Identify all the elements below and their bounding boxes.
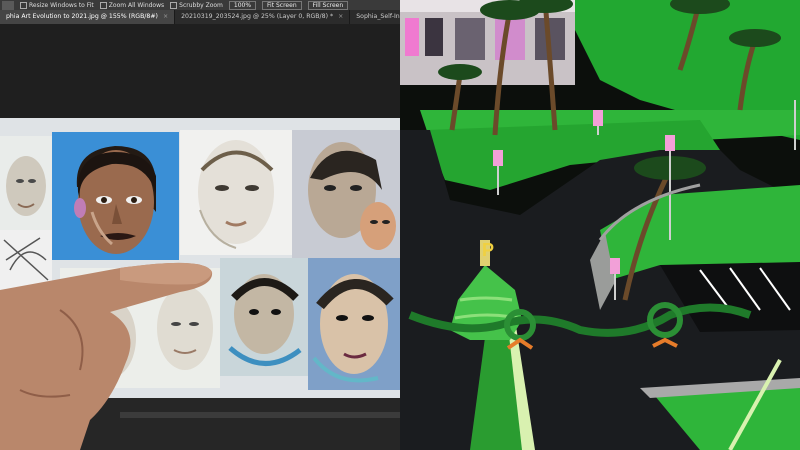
painting-tile [180,130,292,255]
checkbox-icon [20,1,27,9]
blue-portrait-tile [52,132,179,260]
checkbox-icon [170,1,178,9]
zoom-tool-icon[interactable] [2,0,14,10]
document-tab-1[interactable]: phia Art Evolution to 2021.jpg @ 155% (R… [0,10,176,24]
close-icon[interactable]: × [338,10,343,24]
scrubby-zoom-option[interactable]: Scrubby Zoom [170,1,223,9]
painting-tile [0,136,52,244]
pointing-hand [0,262,213,450]
close-icon[interactable]: × [163,10,168,24]
resize-windows-option[interactable]: Resize Windows to Fit [20,1,94,9]
painting-tile [292,130,400,258]
checkbox-icon [99,1,107,9]
painting-tile [220,258,308,376]
game-scene: P [400,0,800,450]
fit-screen-button[interactable]: Fit Screen [262,0,302,10]
document-tab-3[interactable]: Sophia_Self-Instantiatio-n_New [350,10,400,24]
parking-sign: P [482,240,495,260]
document-tabs: phia Art Evolution to 2021.jpg @ 155% (R… [0,10,400,24]
photoshop-photo: Resize Windows to Fit Zoom All Windows S… [0,0,400,450]
options-bar: Resize Windows to Fit Zoom All Windows S… [0,0,400,10]
document-tab-2[interactable]: 20210319_203524.jpg @ 25% (Layer 0, RGB/… [175,10,351,24]
zoom-value-button[interactable]: 100% [228,0,257,10]
fill-screen-button[interactable]: Fill Screen [307,0,349,10]
zoom-all-option[interactable]: Zoom All Windows [99,1,164,9]
painting-tile [308,258,400,390]
